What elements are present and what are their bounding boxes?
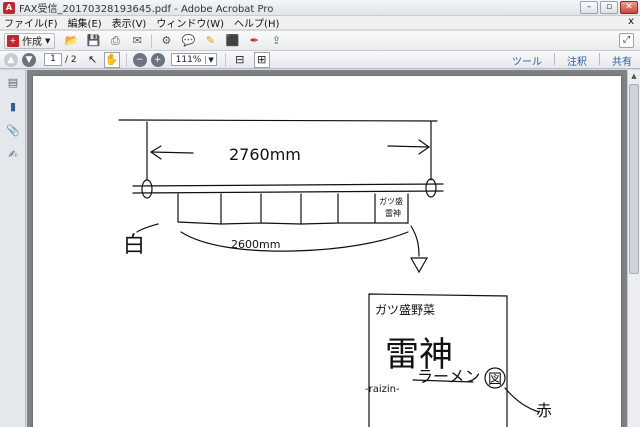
bookmarks-icon[interactable]: ▮ [6,100,20,114]
next-page-button[interactable]: ▼ [22,52,36,67]
hand-tool-icon[interactable]: ✋ [103,51,120,68]
box-small-text-2: 雷神 [385,208,401,218]
leader-line-red [504,387,540,413]
label-red: 赤 [536,401,552,420]
save-icon[interactable]: 💾 [85,33,101,49]
rail-end-right [425,178,437,198]
pages-icon[interactable]: ▤ [6,76,20,90]
dimension-arrow-left [150,151,194,154]
create-icon: + [7,34,19,47]
minimize-button[interactable]: – [580,1,598,14]
acrobat-icon: A [3,1,15,14]
menu-bar: ファイル(F) 編集(E) 表示(V) ウィンドウ(W) ヘルプ(H) x [0,16,640,30]
page-number-input[interactable]: 1 [44,53,62,66]
create-label: 作成 [22,37,42,48]
vertical-scrollbar[interactable]: ▲ [627,70,640,427]
title-bar: A FAX受信_20170328193645.pdf - Adobe Acrob… [0,0,640,16]
zoom-select[interactable]: 111% ▼ [170,53,217,66]
dimension-arrow-right [387,145,430,148]
close-button[interactable]: ✕ [620,1,638,14]
signboard-sub-text: ラーメン [417,367,480,386]
share-panel-link[interactable]: 共有 [612,53,632,68]
toolbar-separator [224,52,226,67]
dimension-top-text: 2760mm [229,145,301,164]
menu-view[interactable]: 表示(V) [112,15,147,30]
label-white: 白 [123,233,145,258]
share-icon[interactable]: ⇪ [268,33,284,49]
rail-bar [132,183,444,194]
comment-icon[interactable]: 💬 [180,33,196,49]
navigation-pane: ▤ ▮ 📎 ✍ [0,70,26,427]
zoom-in-button[interactable]: + [150,52,165,67]
menu-window[interactable]: ウィンドウ(W) [156,15,224,30]
comment-panel-link[interactable]: 注釈 [567,53,587,68]
page-total: / 2 [65,54,77,65]
signatures-icon[interactable]: ✍ [6,148,20,162]
hook-line [410,225,420,257]
scroll-thumb[interactable] [629,84,639,274]
attachments-icon[interactable]: 📎 [6,124,20,138]
settings-icon[interactable]: ⚙ [158,33,174,49]
email-icon[interactable]: ✉ [129,33,145,49]
previous-page-button[interactable]: ▲ [4,52,18,67]
menu-close-document-button[interactable]: x [628,16,634,27]
chevron-down-icon: ▼ [45,36,51,45]
top-reference-line [118,119,438,122]
handwritten-sketch: 2760mm 2600mm 白 赤 ガツ盛 雷神 ガツ盛野菜 雷神 ラーメン 図… [118,119,552,427]
menu-help[interactable]: ヘルプ(H) [234,15,279,30]
panel-links: ツール 注釈 共有 [500,53,632,68]
open-icon[interactable]: 📂 [63,33,79,49]
select-tool-icon[interactable]: ↖ [85,52,101,68]
highlight-icon[interactable]: ✎ [202,33,218,49]
restore-button[interactable]: ▫ [600,1,618,14]
signboard-small-text: ガツ盛野菜 [375,302,435,317]
main-toolbar: + 作成 ▼ 📂 💾 ⎙ ✉ ⚙ 💬 ✎ ⬛ ✒ ⇪ ⤢ [0,31,640,51]
menu-edit[interactable]: 編集(E) [68,15,102,30]
sign-icon[interactable]: ✒ [246,33,262,49]
signboard-circle-text: 図 [488,372,502,388]
zoom-out-button[interactable]: − [132,52,147,67]
panel-divider [554,53,555,65]
tools-panel-link[interactable]: ツール [512,53,542,68]
toolbar-separator [151,33,153,48]
fit-page-icon[interactable]: ⊟ [232,52,248,68]
hook-arrowhead [410,257,429,274]
signboard-romaji-text: -raizin- [365,384,400,395]
zoom-value: 111% [175,54,202,65]
window-title: FAX受信_20170328193645.pdf - Adobe Acrobat… [19,4,274,15]
menu-file[interactable]: ファイル(F) [4,15,58,30]
fit-width-icon[interactable]: ⊞ [253,51,270,68]
create-button[interactable]: + 作成 ▼ [4,32,56,49]
pdf-page: 2760mm 2600mm 白 赤 ガツ盛 雷神 ガツ盛野菜 雷神 ラーメン 図… [33,76,621,427]
bottom-dimension-arc [180,231,409,252]
document-viewport[interactable]: 2760mm 2600mm 白 赤 ガツ盛 雷神 ガツ盛野菜 雷神 ラーメン 図… [27,70,627,427]
export-pdf-icon[interactable]: ⬛ [224,33,240,49]
toolbar-separator [125,52,127,67]
leader-line-white [136,223,159,233]
navigation-toolbar: ▲ ▼ 1 / 2 ↖ ✋ − + 111% ▼ ⊟ ⊞ ツール 注釈 共有 [0,51,640,69]
scroll-up-arrow[interactable]: ▲ [628,70,640,82]
box-small-text: ガツ盛 [379,196,403,206]
print-icon[interactable]: ⎙ [107,33,123,49]
panel-divider [599,53,600,65]
panel-boxes [177,193,409,225]
window-controls: – ▫ ✕ [578,1,638,14]
rail-end-left [141,179,153,199]
dimension-bottom-text: 2600mm [231,238,280,251]
chevron-down-icon: ▼ [205,55,215,64]
expand-icon[interactable]: ⤢ [619,33,634,48]
